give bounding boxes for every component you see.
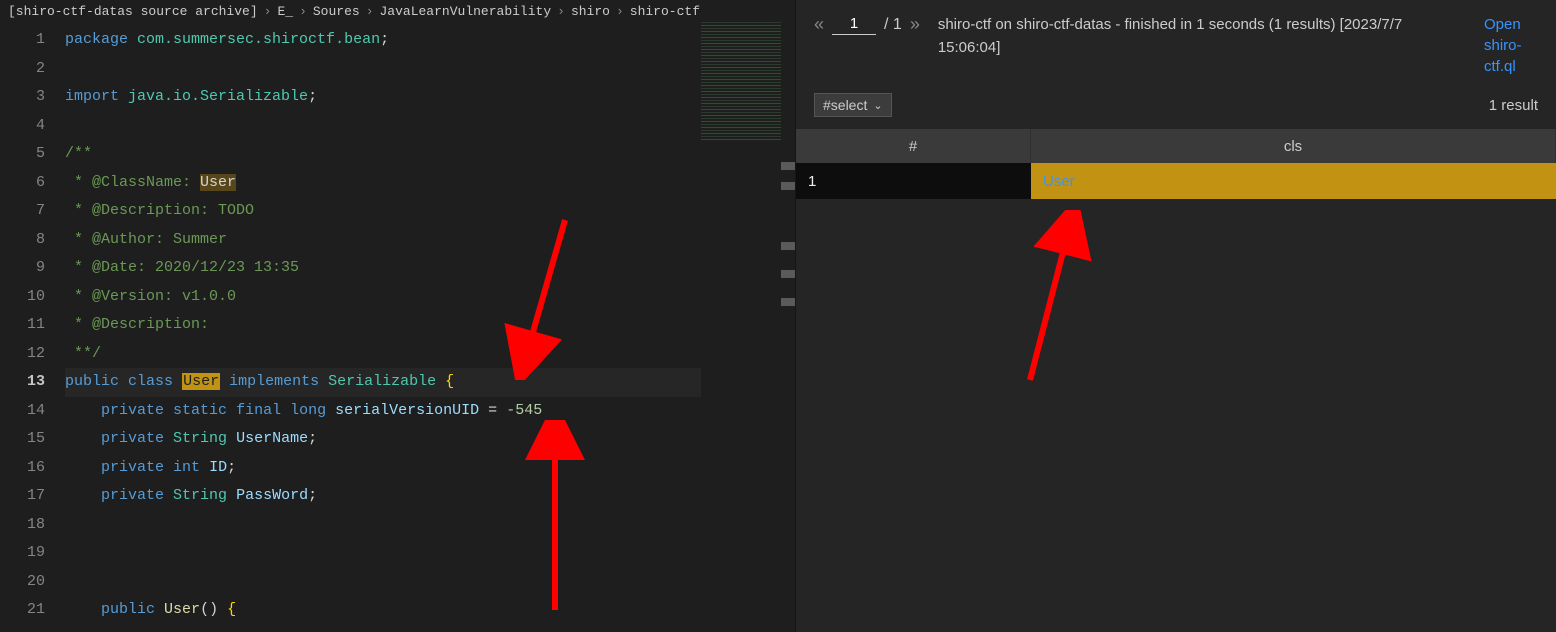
- column-cls[interactable]: cls: [1031, 129, 1556, 163]
- next-page-button[interactable]: »: [910, 14, 920, 35]
- open-query-link[interactable]: Open shiro-ctf.ql: [1484, 14, 1538, 77]
- breadcrumb-segment[interactable]: E_: [277, 4, 293, 19]
- line-gutter: 123456789101112131415161718192021: [0, 22, 65, 632]
- code-area[interactable]: package com.summersec.shiroctf.bean; impo…: [65, 22, 795, 632]
- code-line[interactable]: public User() {: [65, 596, 795, 625]
- table-row[interactable]: 1 User: [796, 163, 1556, 199]
- code-line[interactable]: * @Date: 2020/12/23 13:35: [65, 254, 795, 283]
- select-dropdown[interactable]: #select ⌄: [814, 93, 892, 117]
- results-table: # cls 1 User: [796, 129, 1556, 199]
- code-line[interactable]: [65, 539, 795, 568]
- pager: « / 1 »: [814, 14, 920, 35]
- results-pane: « / 1 » shiro-ctf on shiro-ctf-datas - f…: [795, 0, 1556, 632]
- chevron-down-icon: ⌄: [873, 99, 882, 112]
- breadcrumb-segment[interactable]: shiro: [571, 4, 610, 19]
- select-label: #select: [823, 97, 867, 113]
- breadcrumb-segment[interactable]: JavaLearnVulnerability: [380, 4, 552, 19]
- code-line[interactable]: [65, 568, 795, 597]
- code-line[interactable]: package com.summersec.shiroctf.bean;: [65, 26, 795, 55]
- code-line[interactable]: **/: [65, 340, 795, 369]
- code-line[interactable]: private String UserName;: [65, 425, 795, 454]
- page-total: / 1: [884, 16, 902, 34]
- table-header: # cls: [796, 129, 1556, 163]
- scrollbar[interactable]: [781, 22, 795, 632]
- results-header: « / 1 » shiro-ctf on shiro-ctf-datas - f…: [796, 0, 1556, 87]
- results-count: 1 result: [1489, 97, 1538, 114]
- editor-pane: [shiro-ctf-datas source archive]›E_›Sour…: [0, 0, 795, 632]
- code-line[interactable]: [65, 55, 795, 84]
- breadcrumb[interactable]: [shiro-ctf-datas source archive]›E_›Sour…: [0, 0, 795, 22]
- code-line[interactable]: import java.io.Serializable;: [65, 83, 795, 112]
- code-line[interactable]: /**: [65, 140, 795, 169]
- editor-body: 123456789101112131415161718192021 packag…: [0, 22, 795, 632]
- breadcrumb-segment[interactable]: Soures: [313, 4, 360, 19]
- code-line[interactable]: private int ID;: [65, 454, 795, 483]
- code-line[interactable]: * @ClassName: User: [65, 169, 795, 198]
- code-line[interactable]: * @Version: v1.0.0: [65, 283, 795, 312]
- cell-cls[interactable]: User: [1031, 163, 1556, 199]
- code-line[interactable]: * @Description:: [65, 311, 795, 340]
- code-line[interactable]: [65, 112, 795, 141]
- breadcrumb-segment[interactable]: [shiro-ctf-datas source archive]: [8, 4, 258, 19]
- breadcrumb-segment[interactable]: shiro-ctf: [630, 4, 700, 19]
- minimap[interactable]: [701, 22, 781, 632]
- code-line[interactable]: private String PassWord;: [65, 482, 795, 511]
- cell-index: 1: [796, 163, 1031, 199]
- page-input[interactable]: [832, 15, 876, 35]
- column-index[interactable]: #: [796, 129, 1031, 163]
- code-line[interactable]: * @Description: TODO: [65, 197, 795, 226]
- code-line[interactable]: * @Author: Summer: [65, 226, 795, 255]
- results-title: shiro-ctf on shiro-ctf-datas - finished …: [938, 14, 1466, 59]
- code-line[interactable]: public class User implements Serializabl…: [65, 368, 795, 397]
- annotation-arrow: [1010, 210, 1100, 390]
- code-line[interactable]: [65, 511, 795, 540]
- code-line[interactable]: private static final long serialVersionU…: [65, 397, 795, 426]
- prev-page-button[interactable]: «: [814, 14, 824, 35]
